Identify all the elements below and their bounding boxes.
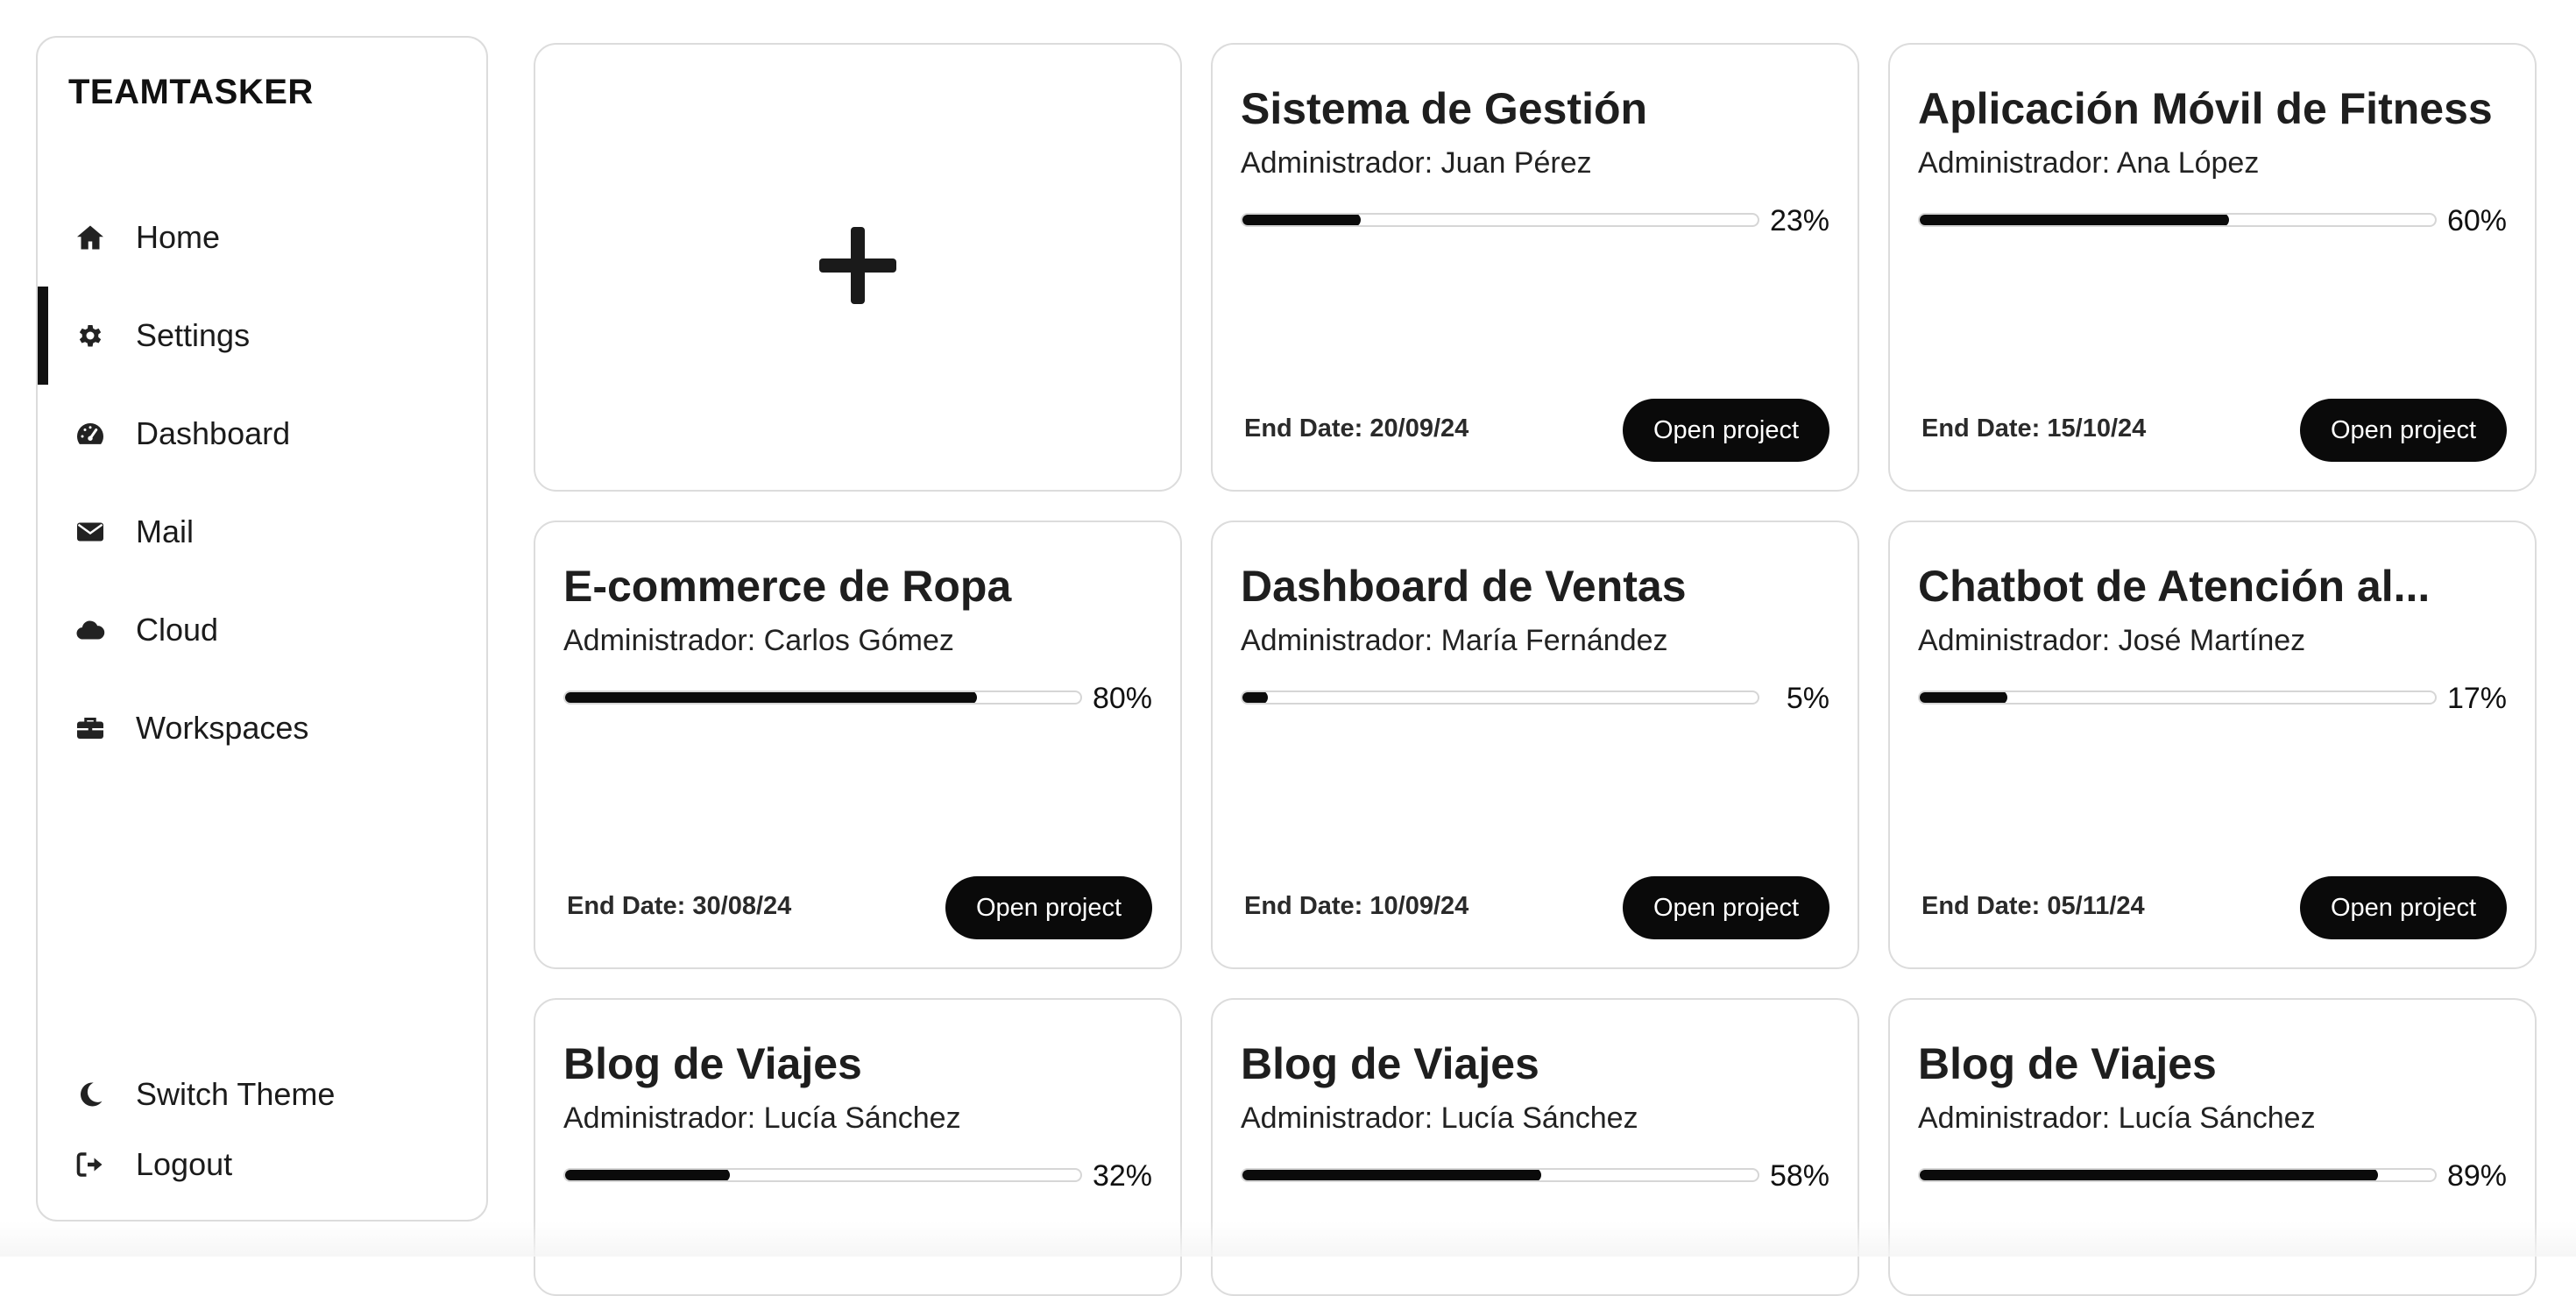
- sidebar-item-label: Mail: [136, 513, 195, 549]
- end-date: End Date: 30/08/24: [567, 892, 792, 920]
- project-admin: Administrador: Lucía Sánchez: [1241, 1101, 1638, 1135]
- open-project-button[interactable]: Open project: [2300, 399, 2507, 462]
- logout-button[interactable]: Logout: [38, 1133, 486, 1196]
- project-card: Dashboard de Ventas Administrador: María…: [1211, 521, 1859, 969]
- progress-fill: [1242, 215, 1362, 225]
- project-admin: Administrador: Lucía Sánchez: [563, 1101, 961, 1135]
- progress-bar: [1241, 1168, 1759, 1182]
- switch-theme-label: Switch Theme: [136, 1076, 336, 1112]
- project-card: Chatbot de Atención al... Administrador:…: [1888, 521, 2537, 969]
- project-admin: Administrador: Carlos Gómez: [563, 624, 954, 657]
- progress-fill: [565, 692, 978, 703]
- open-project-button[interactable]: Open project: [1623, 399, 1829, 462]
- project-title: Aplicación Móvil de Fitness: [1918, 84, 2493, 133]
- progress-percentage: 17%: [2446, 682, 2507, 715]
- home-icon: [73, 220, 108, 255]
- logout-label: Logout: [136, 1146, 233, 1182]
- progress-fill: [1242, 1170, 1542, 1180]
- progress-bar: [1918, 690, 2437, 705]
- brand-logo: TEAMTASKER: [68, 73, 314, 111]
- gauge-icon: [73, 416, 108, 451]
- progress-percentage: 80%: [1092, 682, 1152, 715]
- sidebar-item-label: Workspaces: [136, 710, 309, 746]
- switch-theme-button[interactable]: Switch Theme: [38, 1063, 486, 1126]
- project-title: Sistema de Gestión: [1241, 84, 1648, 133]
- project-admin: Administrador: Juan Pérez: [1241, 146, 1592, 180]
- cloud-icon: [73, 613, 108, 648]
- progress-bar: [1918, 1168, 2437, 1182]
- project-admin: Administrador: Lucía Sánchez: [1918, 1101, 2316, 1135]
- progress-fill: [1920, 215, 2229, 225]
- progress-fill: [1920, 1170, 2379, 1180]
- progress-bar: [563, 690, 1082, 705]
- sidebar: TEAMTASKER Home Settings Dashboard Mail …: [36, 36, 488, 1222]
- sidebar-item-dashboard[interactable]: Dashboard: [38, 385, 486, 483]
- project-card: E-commerce de Ropa Administrador: Carlos…: [534, 521, 1182, 969]
- project-admin: Administrador: Ana López: [1918, 146, 2260, 180]
- progress-percentage: 5%: [1786, 682, 1829, 715]
- gear-icon: [73, 318, 108, 353]
- envelope-icon: [73, 514, 108, 549]
- progress-percentage: 23%: [1769, 204, 1829, 237]
- progress-bar: [1918, 213, 2437, 227]
- sidebar-item-label: Settings: [136, 317, 251, 353]
- add-project-card[interactable]: [534, 43, 1182, 492]
- end-date: End Date: 20/09/24: [1244, 414, 1469, 443]
- project-title: Blog de Viajes: [563, 1039, 862, 1088]
- end-date: End Date: 10/09/24: [1244, 892, 1469, 920]
- plus-icon: [817, 225, 898, 310]
- project-card: Aplicación Móvil de Fitness Administrado…: [1888, 43, 2537, 492]
- sidebar-item-home[interactable]: Home: [38, 188, 486, 287]
- project-title: Blog de Viajes: [1241, 1039, 1539, 1088]
- project-title: E-commerce de Ropa: [563, 562, 1012, 611]
- progress-fill: [1242, 692, 1269, 703]
- sidebar-item-label: Home: [136, 219, 221, 255]
- project-title: Blog de Viajes: [1918, 1039, 2217, 1088]
- project-title: Dashboard de Ventas: [1241, 562, 1687, 611]
- progress-fill: [565, 1170, 731, 1180]
- sidebar-item-cloud[interactable]: Cloud: [38, 581, 486, 679]
- project-admin: Administrador: María Fernández: [1241, 624, 1668, 657]
- project-admin: Administrador: José Martínez: [1918, 624, 2306, 657]
- briefcase-icon: [73, 711, 108, 746]
- open-project-button[interactable]: Open project: [2300, 876, 2507, 939]
- scroll-fade: [0, 1222, 2576, 1257]
- progress-percentage: 58%: [1769, 1159, 1829, 1193]
- project-title: Chatbot de Atención al...: [1918, 562, 2431, 611]
- progress-percentage: 60%: [2446, 204, 2507, 237]
- progress-bar: [1241, 213, 1759, 227]
- sidebar-item-workspaces[interactable]: Workspaces: [38, 679, 486, 777]
- progress-percentage: 89%: [2446, 1159, 2507, 1193]
- sidebar-item-settings[interactable]: Settings: [38, 287, 486, 385]
- project-card: Sistema de Gestión Administrador: Juan P…: [1211, 43, 1859, 492]
- progress-bar: [563, 1168, 1082, 1182]
- sidebar-item-mail[interactable]: Mail: [38, 483, 486, 581]
- progress-bar: [1241, 690, 1759, 705]
- progress-fill: [1920, 692, 2007, 703]
- end-date: End Date: 05/11/24: [1921, 892, 2145, 920]
- sidebar-item-label: Dashboard: [136, 415, 291, 451]
- end-date: End Date: 15/10/24: [1921, 414, 2147, 443]
- sidebar-item-label: Cloud: [136, 612, 219, 648]
- open-project-button[interactable]: Open project: [1623, 876, 1829, 939]
- progress-percentage: 32%: [1092, 1159, 1152, 1193]
- logout-icon: [73, 1147, 108, 1182]
- moon-icon: [73, 1077, 108, 1112]
- open-project-button[interactable]: Open project: [945, 876, 1152, 939]
